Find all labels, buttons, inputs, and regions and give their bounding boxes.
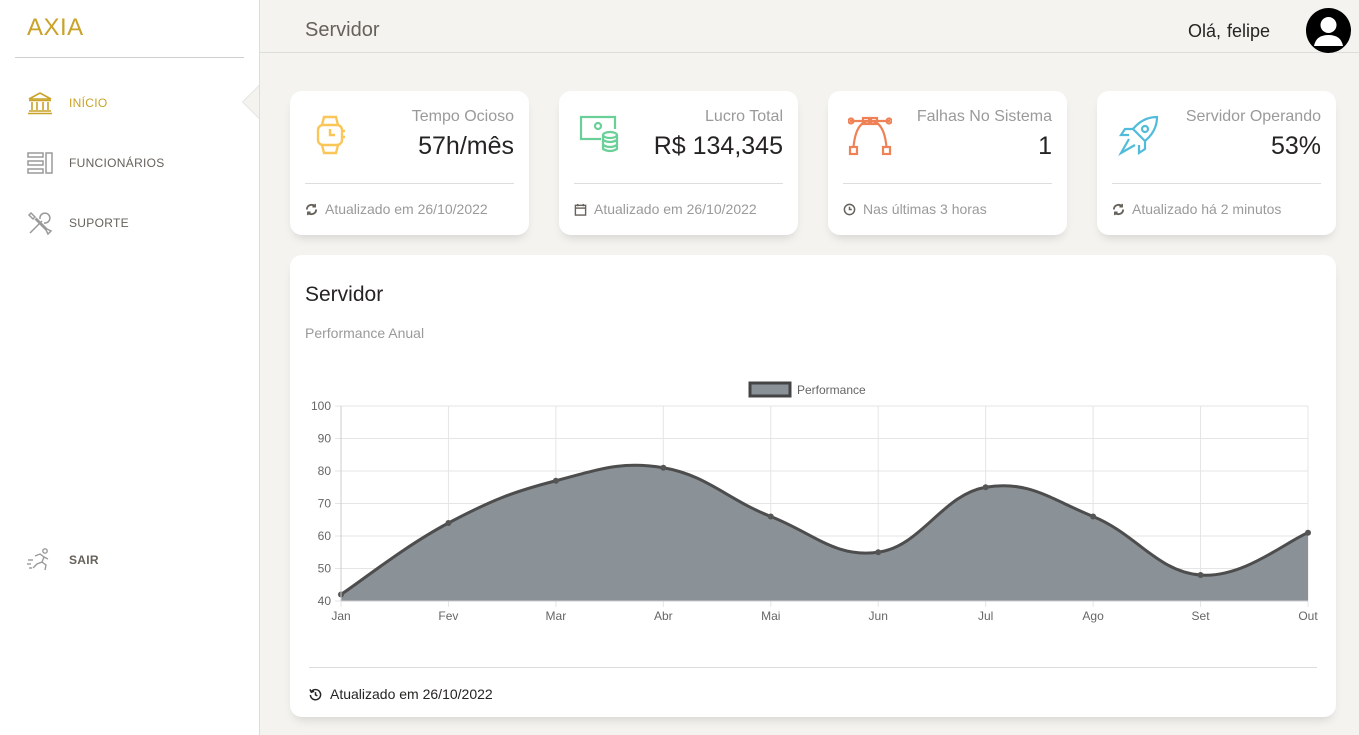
stat-footer: Atualizado em 26/10/2022 [574, 201, 757, 217]
logout-button[interactable]: SAIR [0, 540, 260, 580]
data-point [445, 520, 452, 526]
user-greeting: Olá, felipe [1188, 21, 1276, 42]
stat-card-tempo-ocioso: Tempo Ocioso 57h/mês Atualizado em 26/10… [290, 91, 529, 235]
sidebar-item-suporte[interactable]: SUPORTE [0, 203, 260, 243]
stat-divider [305, 183, 514, 184]
money-coins-icon [579, 115, 619, 153]
data-point [660, 464, 667, 471]
sidebar-item-funcionarios[interactable]: FUNCIONÁRIOS [0, 143, 260, 183]
stat-label: Falhas No Sistema [916, 108, 1052, 125]
sidebar: AXIA INÍCIO FUNCIONÁRIOS SUPORTE SAIR [0, 0, 260, 735]
stat-value: 1 [1038, 132, 1052, 160]
sidebar-item-label: FUNCIONÁRIOS [69, 156, 165, 170]
page-title: Servidor [305, 19, 380, 41]
y-tick-label: 70 [318, 497, 332, 511]
x-tick-label: Ago [1082, 609, 1104, 623]
y-tick-label: 40 [318, 594, 332, 608]
stat-divider [1112, 183, 1321, 184]
refresh-icon [1112, 203, 1125, 215]
data-point [1197, 572, 1204, 578]
bank-icon [28, 92, 52, 115]
data-point [875, 549, 882, 556]
chart-card: Servidor Performance Anual 40 50 60 70 80 90 1… [290, 255, 1336, 717]
legend-swatch [748, 381, 792, 398]
data-point [1305, 529, 1311, 536]
logo-divider [15, 57, 244, 58]
sidebar-item-label: INÍCIO [69, 96, 108, 110]
stat-card-lucro-total: Lucro Total R$ 134,345 Atualizado em 26/… [559, 91, 798, 235]
x-tick-label: Set [1192, 609, 1211, 623]
top-navbar: Servidor Olá, felipe [260, 0, 1359, 53]
x-tick-label: Mai [761, 609, 780, 623]
avatar[interactable] [1306, 8, 1351, 53]
stat-footer: Nas últimas 3 horas [843, 201, 987, 217]
stat-value: R$ 134,345 [653, 132, 783, 160]
y-tick-label: 80 [318, 464, 332, 478]
rocket-icon [1118, 115, 1159, 156]
y-tick-label: 50 [318, 562, 332, 576]
data-point [1090, 513, 1097, 520]
active-indicator [243, 86, 259, 118]
user-icon [1314, 17, 1343, 46]
x-tick-label: Fev [438, 609, 458, 623]
x-tick-label: Out [1298, 609, 1318, 623]
y-tick-label: 90 [318, 432, 332, 446]
stat-value: 53% [1270, 132, 1321, 160]
x-tick-label: Jun [869, 609, 888, 623]
sidebar-item-label: SUPORTE [69, 216, 129, 230]
stat-footer-text: Atualizado há 2 minutos [1132, 201, 1282, 217]
chart-footer-text: Atualizado em 26/10/2022 [330, 686, 493, 702]
y-tick-label: 60 [318, 529, 332, 543]
chart-footer: Atualizado em 26/10/2022 [309, 686, 493, 702]
data-point [982, 484, 989, 491]
x-tick-label: Mar [546, 609, 567, 623]
series-area [341, 465, 1308, 601]
data-point [767, 513, 774, 520]
stat-footer-text: Nas últimas 3 horas [863, 201, 987, 217]
stat-footer-text: Atualizado em 26/10/2022 [325, 201, 488, 217]
stat-label: Tempo Ocioso [411, 108, 514, 125]
clock-icon [843, 203, 856, 215]
x-tick-label: Jan [331, 609, 350, 623]
chart-divider [309, 667, 1317, 668]
calendar-icon [574, 203, 587, 216]
list-icon [27, 152, 53, 174]
stat-divider [843, 183, 1052, 184]
stat-label: Lucro Total [705, 108, 783, 125]
sidebar-item-inicio[interactable]: INÍCIO [0, 83, 260, 123]
y-tick-label: 100 [311, 399, 331, 413]
data-point [552, 477, 559, 484]
x-tick-label: Jul [978, 609, 993, 623]
chart-card-title: Servidor [305, 283, 384, 306]
stat-divider [574, 183, 783, 184]
refresh-icon [305, 203, 318, 215]
x-tick-label: Abr [654, 609, 673, 623]
stat-label: Servidor Operando [1185, 108, 1321, 125]
history-icon [309, 688, 322, 700]
greeting-text: Olá, [1188, 21, 1222, 41]
stat-value: 57h/mês [418, 132, 514, 160]
stat-footer-text: Atualizado em 26/10/2022 [594, 201, 757, 217]
watch-icon [316, 115, 345, 155]
stat-card-servidor-operando: Servidor Operando 53% Atualizado há 2 mi… [1097, 91, 1336, 235]
logout-label: SAIR [69, 553, 99, 567]
vector-icon [848, 116, 892, 156]
stat-footer: Atualizado há 2 minutos [1112, 201, 1281, 217]
app-logo[interactable]: AXIA [27, 14, 84, 42]
performance-chart: 40 50 60 70 80 90 100 Jan Fev Mar Abr Mai Jun Jul Ago S… [311, 381, 1318, 623]
run-icon [27, 548, 49, 571]
chart-card-subtitle: Performance Anual [305, 325, 425, 341]
username: felipe [1227, 21, 1271, 41]
legend-label: Performance [797, 383, 866, 397]
stat-card-falhas: Falhas No Sistema 1 Nas últimas 3 horas [828, 91, 1067, 235]
stat-footer: Atualizado em 26/10/2022 [305, 201, 488, 217]
tools-icon [27, 211, 53, 236]
